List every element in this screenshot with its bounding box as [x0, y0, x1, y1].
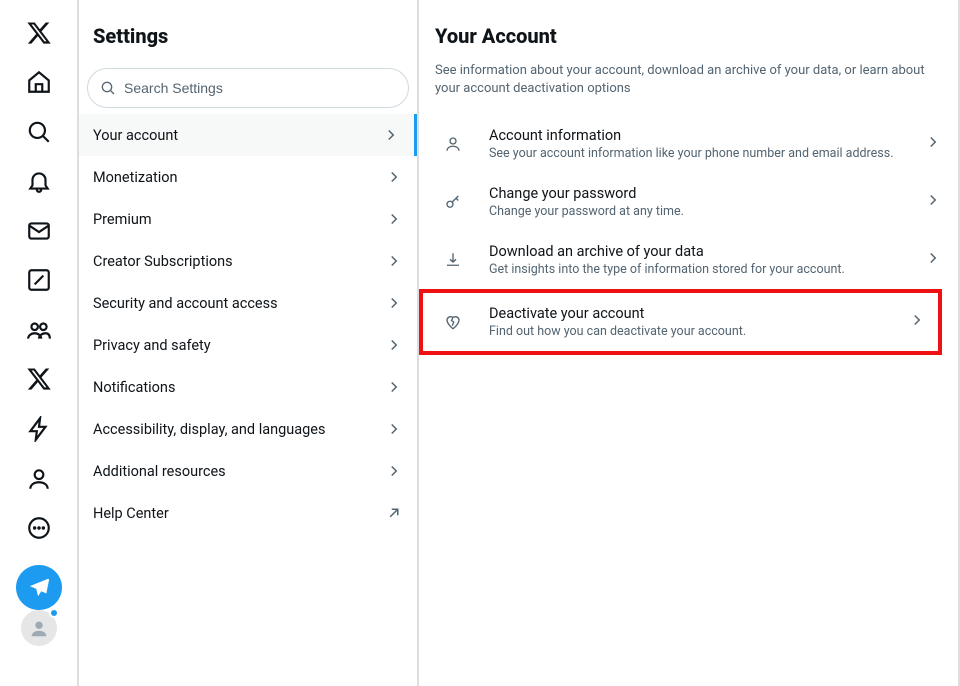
premium-x-icon[interactable] — [14, 355, 64, 405]
option-text: Change your password Change your passwor… — [489, 185, 906, 219]
settings-item-monetization[interactable]: Monetization — [79, 156, 417, 198]
option-text: Deactivate your account Find out how you… — [489, 305, 890, 339]
settings-item-label: Creator Subscriptions — [93, 253, 233, 270]
settings-item-label: Help Center — [93, 505, 169, 522]
external-link-icon — [385, 504, 403, 522]
settings-item-label: Security and account access — [93, 295, 278, 312]
settings-item-label: Your account — [93, 127, 178, 144]
chevron-right-icon — [385, 378, 403, 396]
download-icon — [435, 251, 471, 269]
detail-description: See information about your account, down… — [419, 56, 958, 115]
option-change-password[interactable]: Change your password Change your passwor… — [419, 173, 958, 231]
nav-rail — [0, 0, 79, 686]
profile-icon[interactable] — [14, 454, 64, 504]
grok-icon[interactable] — [14, 256, 64, 306]
option-download-archive[interactable]: Download an archive of your data Get ins… — [419, 231, 958, 289]
chevron-right-icon — [924, 133, 942, 155]
avatar[interactable] — [21, 610, 57, 646]
settings-item-premium[interactable]: Premium — [79, 198, 417, 240]
settings-item-label: Premium — [93, 211, 152, 228]
option-title: Deactivate your account — [489, 305, 890, 322]
option-subtitle: Get insights into the type of informatio… — [489, 262, 906, 277]
communities-icon[interactable] — [14, 305, 64, 355]
settings-item-security-account-access[interactable]: Security and account access — [79, 282, 417, 324]
settings-column: Settings Your account Monetization Premi… — [79, 0, 419, 686]
settings-item-notifications[interactable]: Notifications — [79, 366, 417, 408]
compose-button[interactable] — [16, 565, 62, 611]
bell-icon[interactable] — [14, 157, 64, 207]
settings-item-label: Privacy and safety — [93, 337, 211, 354]
settings-item-label: Additional resources — [93, 463, 226, 480]
person-icon — [435, 135, 471, 153]
option-account-information[interactable]: Account information See your account inf… — [419, 115, 958, 173]
mail-icon[interactable] — [14, 206, 64, 256]
option-deactivate-account[interactable]: Deactivate your account Find out how you… — [419, 289, 942, 355]
chevron-right-icon — [924, 191, 942, 213]
settings-item-label: Accessibility, display, and languages — [93, 421, 325, 438]
search-settings-field[interactable] — [87, 68, 409, 108]
settings-item-label: Notifications — [93, 379, 175, 396]
settings-title: Settings — [79, 12, 417, 60]
settings-item-help-center[interactable]: Help Center — [79, 492, 417, 534]
detail-column: Your Account See information about your … — [419, 0, 960, 686]
chevron-right-icon — [924, 249, 942, 271]
search-icon — [100, 80, 116, 96]
option-subtitle: Find out how you can deactivate your acc… — [489, 324, 890, 339]
chevron-right-icon — [385, 336, 403, 354]
chevron-right-icon — [385, 462, 403, 480]
x-logo-icon[interactable] — [14, 8, 64, 58]
option-subtitle: Change your password at any time. — [489, 204, 906, 219]
option-title: Download an archive of your data — [489, 243, 906, 260]
chevron-right-icon — [385, 210, 403, 228]
avatar-notification-dot — [49, 608, 59, 618]
key-icon — [435, 193, 471, 211]
home-icon[interactable] — [14, 58, 64, 108]
option-text: Download an archive of your data Get ins… — [489, 243, 906, 277]
app-root: Settings Your account Monetization Premi… — [0, 0, 960, 686]
chevron-right-icon — [385, 294, 403, 312]
settings-item-additional-resources[interactable]: Additional resources — [79, 450, 417, 492]
chevron-right-icon — [385, 252, 403, 270]
search-icon[interactable] — [14, 107, 64, 157]
settings-item-label: Monetization — [93, 169, 178, 186]
more-icon[interactable] — [14, 503, 64, 553]
option-title: Change your password — [489, 185, 906, 202]
bolt-icon[interactable] — [14, 404, 64, 454]
search-input[interactable] — [124, 80, 396, 96]
settings-item-your-account[interactable]: Your account — [79, 114, 417, 156]
chevron-right-icon — [908, 311, 926, 333]
settings-list: Your account Monetization Premium Creato… — [79, 114, 417, 534]
chevron-right-icon — [382, 126, 400, 144]
option-text: Account information See your account inf… — [489, 127, 906, 161]
detail-title: Your Account — [419, 12, 958, 56]
chevron-right-icon — [385, 168, 403, 186]
option-title: Account information — [489, 127, 906, 144]
option-subtitle: See your account information like your p… — [489, 146, 906, 161]
chevron-right-icon — [385, 420, 403, 438]
settings-item-privacy-safety[interactable]: Privacy and safety — [79, 324, 417, 366]
settings-item-creator-subscriptions[interactable]: Creator Subscriptions — [79, 240, 417, 282]
heartbreak-icon — [435, 313, 471, 331]
settings-item-accessibility[interactable]: Accessibility, display, and languages — [79, 408, 417, 450]
